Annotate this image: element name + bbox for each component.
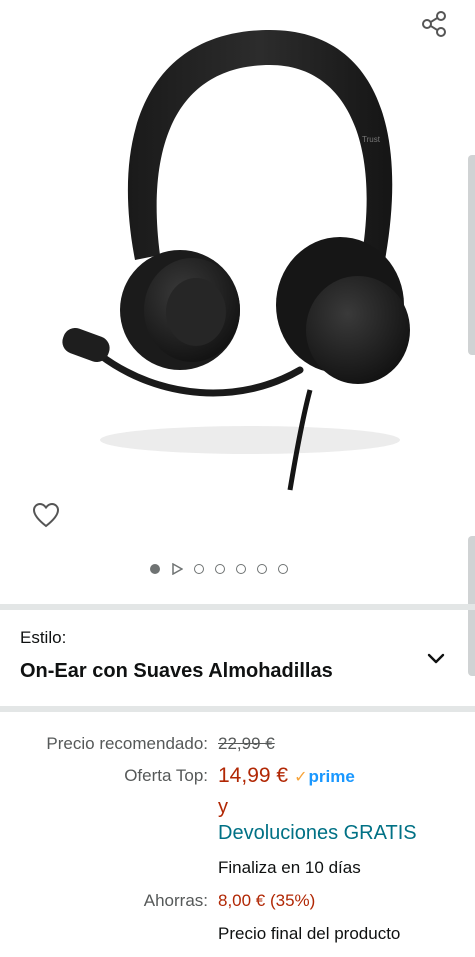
prime-label: prime	[308, 767, 355, 786]
deal-price-line: 14,99 € ✓ prime	[218, 764, 355, 788]
style-value: On-Ear con Suaves Almohadillas	[20, 660, 333, 682]
scroll-indicator	[468, 155, 475, 355]
style-selector[interactable]: Estilo: On-Ear con Suaves Almohadillas	[0, 610, 475, 708]
list-price: 22,99 €	[218, 734, 275, 753]
brand-mark: Trust	[362, 135, 381, 144]
savings-value: 8,00 € (35%)	[218, 891, 316, 910]
section-divider	[0, 706, 475, 712]
list-price-label: Precio recomendado:	[46, 734, 208, 753]
savings-label: Ahorras:	[143, 891, 208, 910]
favorite-button[interactable]	[28, 498, 64, 532]
style-label: Estilo:	[20, 628, 67, 647]
image-pagination	[150, 560, 288, 578]
prime-check-icon: ✓	[294, 769, 308, 786]
pagination-dot[interactable]	[278, 564, 288, 574]
heart-icon	[32, 502, 60, 528]
chevron-down-icon[interactable]	[424, 646, 448, 670]
pagination-dot[interactable]	[257, 564, 267, 574]
pagination-dot[interactable]	[194, 564, 204, 574]
free-returns-link[interactable]: Devoluciones GRATIS	[218, 822, 417, 845]
pagination-dot[interactable]	[215, 564, 225, 574]
pagination-dot[interactable]	[236, 564, 246, 574]
product-gallery: Trust	[0, 0, 475, 604]
video-indicator-icon[interactable]	[171, 563, 183, 575]
and-text: y	[218, 796, 228, 818]
prime-badge[interactable]: ✓ prime	[294, 767, 355, 787]
deal-price: 14,99 €	[218, 764, 289, 787]
product-image[interactable]: Trust	[40, 10, 440, 500]
deal-label: Oferta Top:	[124, 766, 208, 785]
pagination-dot-active[interactable]	[150, 564, 160, 574]
deal-ends-text: Finaliza en 10 días	[218, 858, 361, 877]
final-price-note: Precio final del producto	[218, 924, 401, 943]
